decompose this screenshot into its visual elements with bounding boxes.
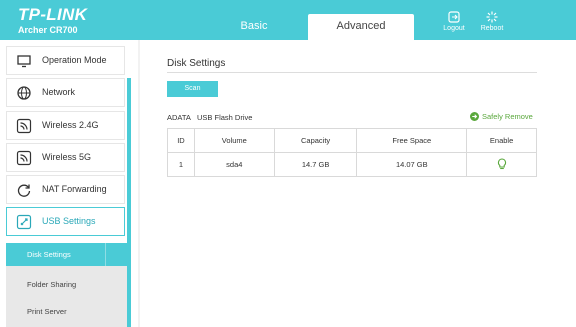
tab-advanced[interactable]: Advanced: [308, 14, 414, 40]
column-header-volume: Volume: [193, 128, 275, 153]
cell-free-space: 14.07 GB: [356, 152, 468, 177]
column-header-capacity: Capacity: [273, 128, 358, 153]
brand-logo: TP-LINK: [18, 5, 88, 24]
sidebar-item-label: Operation Mode: [42, 55, 107, 65]
sidebar-item-wireless-24g[interactable]: Wireless 2.4G: [6, 111, 125, 140]
sidebar-item-label: Wireless 2.4G: [42, 120, 99, 130]
safely-remove-button[interactable]: Safely Remove: [470, 112, 533, 121]
sidebar-item-label: Network: [42, 87, 76, 97]
submenu-folder-sharing[interactable]: Folder Sharing: [6, 273, 127, 296]
usb-submenu: Disk Settings Folder Sharing Print Serve…: [6, 243, 127, 327]
scan-button[interactable]: Scan: [167, 81, 218, 97]
cell-capacity: 14.7 GB: [273, 152, 358, 177]
sidebar-item-nat-forwarding[interactable]: NAT Forwarding: [6, 175, 125, 204]
arrow-circle-icon: [470, 112, 479, 121]
table-header-row: ID Volume Capacity Free Space Enable: [167, 128, 537, 153]
lightbulb-icon[interactable]: [497, 157, 507, 170]
top-header: TP-LINK Archer CR700 Basic Advanced Logo…: [0, 0, 576, 40]
cell-id: 1: [167, 152, 195, 177]
sidebar-scrollbar[interactable]: [127, 78, 131, 327]
main-panel: Disk Settings Scan ADATA USB Flash Drive…: [140, 40, 576, 327]
submenu-print-server[interactable]: Print Server: [6, 300, 127, 323]
submenu-label: Print Server: [27, 307, 67, 316]
sidebar-item-label: USB Settings: [42, 216, 96, 226]
brand: TP-LINK Archer CR700: [18, 6, 87, 36]
tab-basic[interactable]: Basic: [206, 14, 302, 40]
submenu-disk-settings[interactable]: Disk Settings: [6, 243, 127, 266]
logout-label: Logout: [443, 25, 465, 32]
drive-name: ADATA: [167, 113, 191, 122]
column-header-enable: Enable: [466, 128, 537, 153]
drive-type: USB Flash Drive: [197, 113, 253, 122]
sidebar-item-operation-mode[interactable]: Operation Mode: [6, 46, 125, 75]
usb-icon: [16, 214, 32, 230]
cell-volume: sda4: [193, 152, 275, 177]
divider: [167, 72, 537, 73]
sidebar-item-wireless-5g[interactable]: Wireless 5G: [6, 143, 125, 172]
logout-button[interactable]: Logout: [437, 11, 471, 32]
sidebar: Operation Mode Network Wireless 2.4G Wir…: [0, 40, 138, 327]
globe-icon: [17, 86, 31, 100]
submenu-label: Folder Sharing: [27, 280, 77, 289]
reboot-button[interactable]: Reboot: [475, 11, 509, 32]
safely-remove-label: Safely Remove: [482, 112, 533, 121]
table-row: 1 sda4 14.7 GB 14.07 GB: [167, 152, 537, 177]
reboot-label: Reboot: [480, 25, 504, 32]
divider: [105, 243, 106, 266]
wifi-icon: [16, 118, 32, 134]
column-header-free-space: Free Space: [356, 128, 468, 153]
nat-icon: [17, 184, 31, 197]
logout-icon: [448, 11, 460, 23]
disk-table: ID Volume Capacity Free Space Enable 1 s…: [167, 128, 537, 177]
monitor-icon: [17, 55, 31, 68]
sidebar-item-label: Wireless 5G: [42, 152, 92, 162]
sidebar-item-usb-settings[interactable]: USB Settings: [6, 207, 125, 236]
submenu-label: Disk Settings: [27, 250, 71, 259]
cell-enable: [466, 152, 537, 177]
sidebar-item-network[interactable]: Network: [6, 78, 125, 107]
page-title: Disk Settings: [167, 58, 226, 69]
model-name: Archer CR700: [18, 25, 78, 35]
wifi-icon: [16, 150, 32, 166]
reboot-icon: [486, 11, 498, 23]
sidebar-item-label: NAT Forwarding: [42, 184, 107, 194]
column-header-id: ID: [167, 128, 195, 153]
